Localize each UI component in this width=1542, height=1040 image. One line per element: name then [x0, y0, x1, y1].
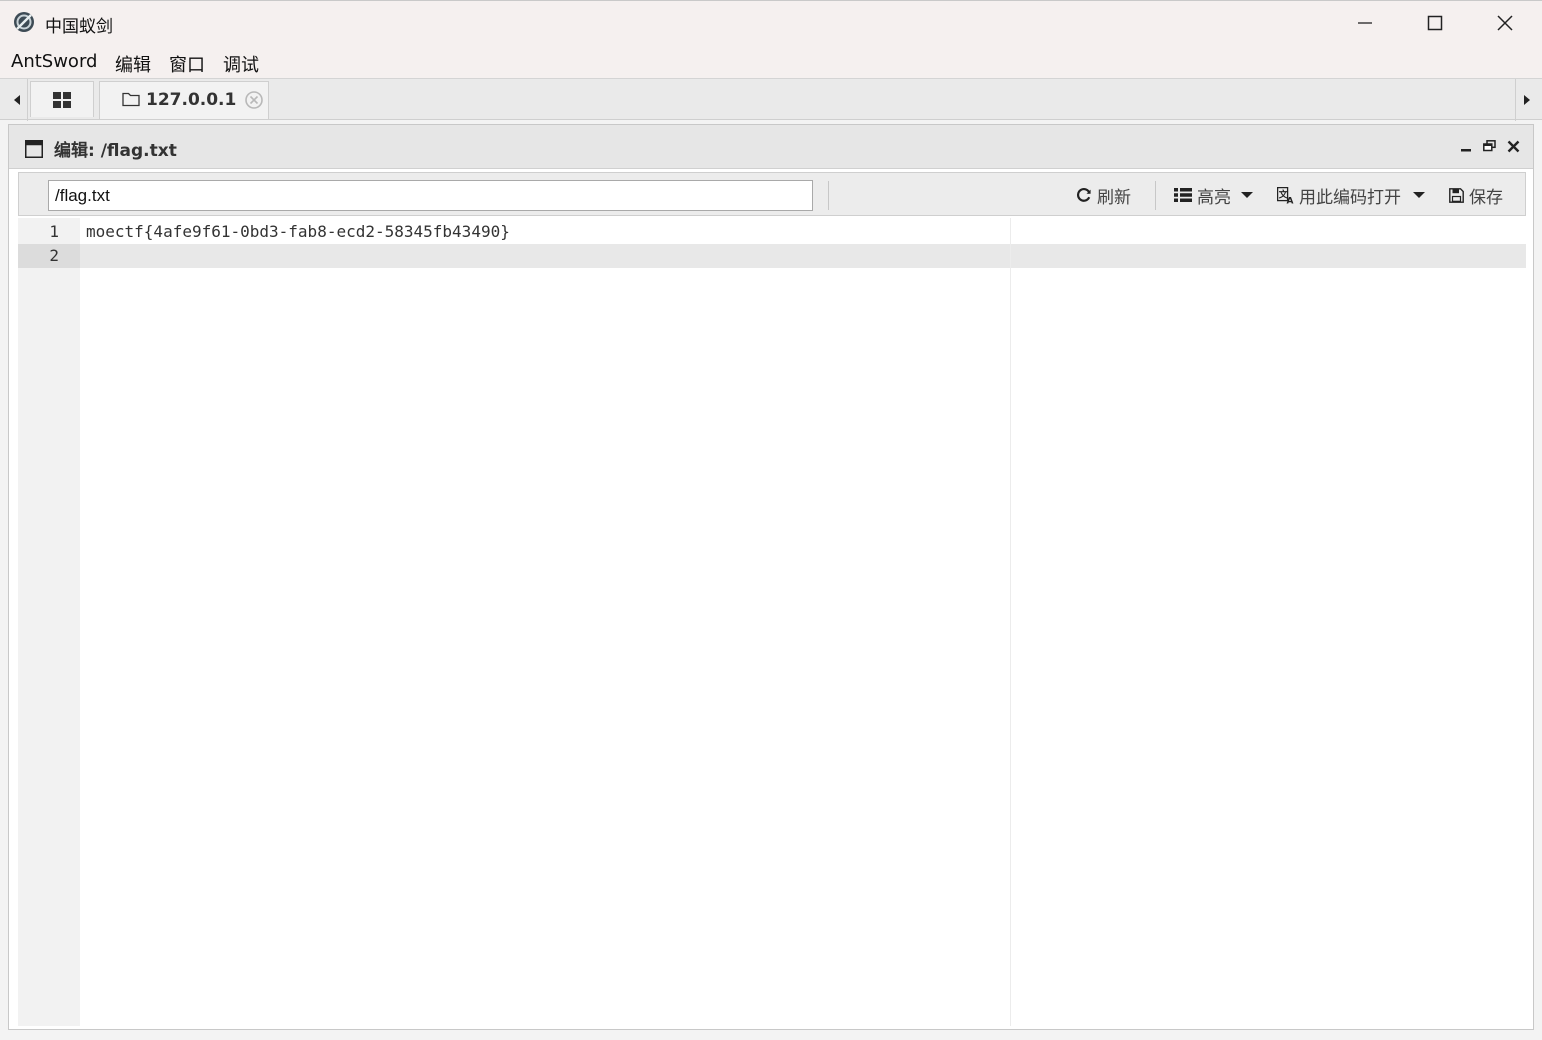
panel-restore-button[interactable] — [1480, 137, 1498, 155]
print-margin — [1010, 218, 1011, 1026]
restore-icon — [1482, 140, 1496, 152]
caret-down-icon — [1413, 192, 1425, 198]
file-path-input[interactable] — [48, 180, 813, 211]
highlight-label: 高亮 — [1197, 187, 1231, 208]
tab-session-label: 127.0.0.1 — [146, 90, 237, 110]
code-editor[interactable]: 1 2 moectf{4afe9f61-0bd3-fab8-ecd2-58345… — [18, 218, 1526, 1026]
close-button[interactable] — [1470, 1, 1540, 45]
toolbar-divider — [1155, 181, 1156, 210]
minimize-icon — [1358, 22, 1372, 24]
tab-bar: 127.0.0.1 — [0, 78, 1542, 121]
refresh-label: 刷新 — [1097, 187, 1131, 208]
menu-window[interactable]: 窗口 — [169, 51, 205, 77]
maximize-button[interactable] — [1400, 1, 1470, 45]
line-number: 2 — [49, 246, 59, 265]
caret-right-icon — [1523, 95, 1530, 105]
panel-close-button[interactable] — [1504, 137, 1522, 155]
antsword-logo-icon — [14, 12, 34, 32]
tab-scroll-right-button[interactable] — [1515, 79, 1537, 121]
window-icon — [25, 140, 43, 158]
window-titlebar: 中国蚁剑 — [0, 0, 1542, 44]
save-icon — [1449, 187, 1464, 203]
menubar: AntSword 编辑 窗口 调试 — [0, 44, 1542, 78]
minimize-icon — [1461, 149, 1471, 152]
menu-edit[interactable]: 编辑 — [115, 51, 151, 77]
caret-down-icon — [1241, 192, 1253, 198]
code-line[interactable]: moectf{4afe9f61-0bd3-fab8-ecd2-58345fb43… — [86, 222, 510, 241]
tab-close-icon[interactable] — [244, 90, 264, 110]
close-icon — [1507, 140, 1519, 152]
active-line-highlight — [18, 244, 1526, 268]
svg-text:A: A — [1287, 196, 1294, 204]
tab-session[interactable]: 127.0.0.1 — [99, 81, 269, 119]
toolbar-divider — [828, 181, 829, 210]
line-number: 1 — [49, 222, 59, 241]
list-icon — [1174, 188, 1192, 202]
editor-window-header: 编辑: /flag.txt — [9, 125, 1533, 169]
caret-left-icon — [13, 95, 20, 105]
editor-window: 编辑: /flag.txt 刷新 — [8, 124, 1534, 1030]
save-label: 保存 — [1469, 187, 1503, 208]
line-number-gutter — [18, 218, 80, 1026]
editor-toolbar: 刷新 高亮 文 A 用此编码打开 — [18, 172, 1526, 216]
menu-antsword[interactable]: AntSword — [11, 51, 97, 72]
menu-debug[interactable]: 调试 — [223, 51, 259, 77]
panel-minimize-button[interactable] — [1457, 137, 1475, 155]
refresh-icon — [1076, 188, 1091, 202]
folder-icon — [122, 92, 140, 107]
tab-scroll-left-button[interactable] — [6, 79, 28, 121]
tab-home[interactable] — [30, 81, 94, 117]
grid-icon — [53, 91, 71, 108]
translate-icon: 文 A — [1277, 186, 1294, 204]
refresh-button[interactable]: 刷新 — [1076, 181, 1131, 209]
close-icon — [1497, 15, 1513, 31]
save-button[interactable]: 保存 — [1449, 181, 1503, 209]
open-with-encoding-dropdown[interactable]: 文 A 用此编码打开 — [1277, 181, 1430, 209]
maximize-icon — [1427, 15, 1443, 31]
highlight-dropdown[interactable]: 高亮 — [1174, 181, 1258, 209]
open-with-encoding-label: 用此编码打开 — [1299, 187, 1401, 208]
minimize-button[interactable] — [1330, 1, 1400, 45]
editor-window-title: 编辑: /flag.txt — [54, 141, 177, 161]
window-title: 中国蚁剑 — [45, 17, 113, 37]
